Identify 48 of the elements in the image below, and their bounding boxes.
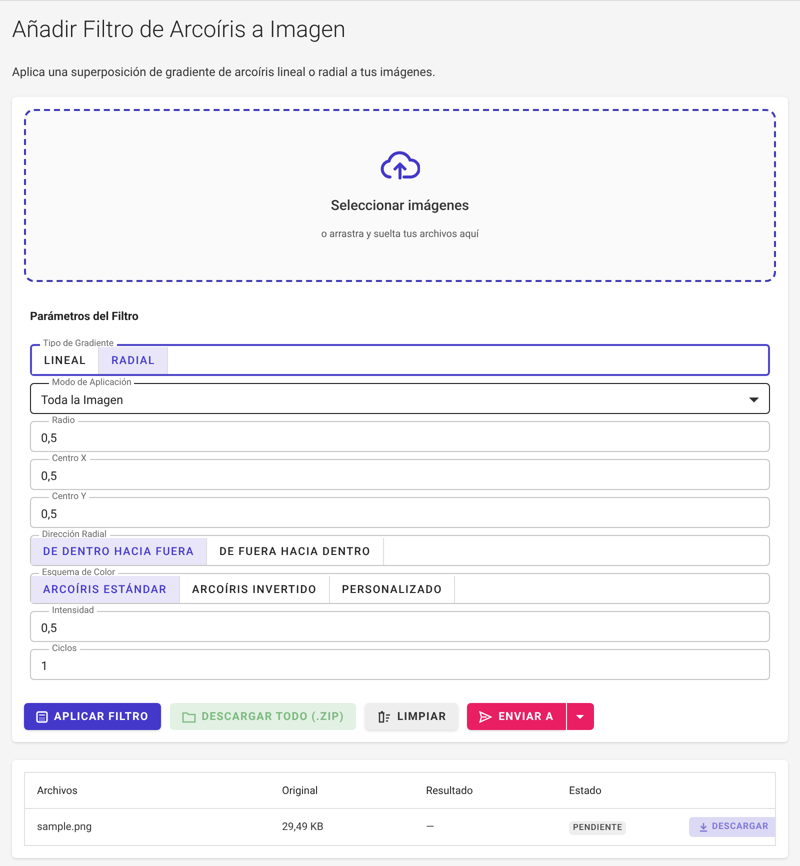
dropdown-button[interactable] [566,703,594,730]
folder-icon [182,710,196,723]
send-button[interactable]: ENVIAR A [467,703,566,730]
delete-list-icon [377,710,392,723]
field-value: 0,5 [41,430,57,447]
field-label: Radio [51,416,76,428]
input-field[interactable]: Centro X 0,5 [30,454,770,490]
column-header: Original [282,782,319,799]
select-value: Toda la Imagen [41,392,124,409]
field-label: Intensidad [51,606,95,618]
field-label: Ciclos [51,644,78,656]
section-title: Parámetros del Filtro [30,308,140,325]
action-button[interactable]: APLICAR FILTRO [24,703,161,730]
dropzone[interactable]: Seleccionar imágenes o arrastra y suelta tus archivos aquí [24,109,776,282]
dropzone-hint: o arrastra y suelta tus archivos aquí [321,228,479,242]
status-chip: PENDIENTE [569,821,626,836]
table-cell-text: — [426,819,436,836]
column-header: Resultado [426,782,474,799]
input-field[interactable]: Ciclos 1 [30,644,770,680]
action-button[interactable]: LIMPIAR [365,703,458,730]
field-label: Centro Y [51,492,88,504]
page-title: Añadir Filtro de Arcoíris a Imagen [12,15,347,45]
field-value: 0,5 [41,468,57,485]
table-cell-text: sample.png [37,819,93,836]
caret-icon [576,714,584,719]
toggle-option[interactable]: ARCOÍRIS ESTÁNDAR [31,576,180,604]
toggle-option[interactable]: RADIAL [99,347,168,374]
send-icon [479,710,492,723]
column-header: Archivos [37,782,79,799]
input-field[interactable]: Centro Y 0,5 [30,492,770,528]
toggle-option[interactable]: LINEAL [32,347,100,374]
cloud-upload-icon [380,150,420,180]
input-field[interactable]: Intensidad 0,5 [30,606,770,642]
download-icon [699,822,708,832]
dropdown-caret-icon [749,396,759,403]
select-field[interactable]: Modo de Aplicación Toda la Imagen [30,378,770,414]
page-subtitle: Aplica una superposición de gradiente de arcoíris lineal o radial a tus imágenes. [12,64,436,81]
calculator-icon [36,710,48,723]
column-header: Estado [569,782,602,799]
toggle-option[interactable]: DE DENTRO HACIA FUERA [31,538,208,566]
field-value: 0,5 [41,506,57,523]
field-label: Centro X [51,454,88,466]
field-label: Modo de Aplicación [51,378,132,390]
table-cell-text: 29,49 KB [282,819,324,836]
input-field[interactable]: Radio 0,5 [30,416,770,452]
field-value: 0,5 [41,620,57,637]
field-value: 1 [41,658,48,675]
dropzone-title: Seleccionar imágenes [330,196,470,216]
